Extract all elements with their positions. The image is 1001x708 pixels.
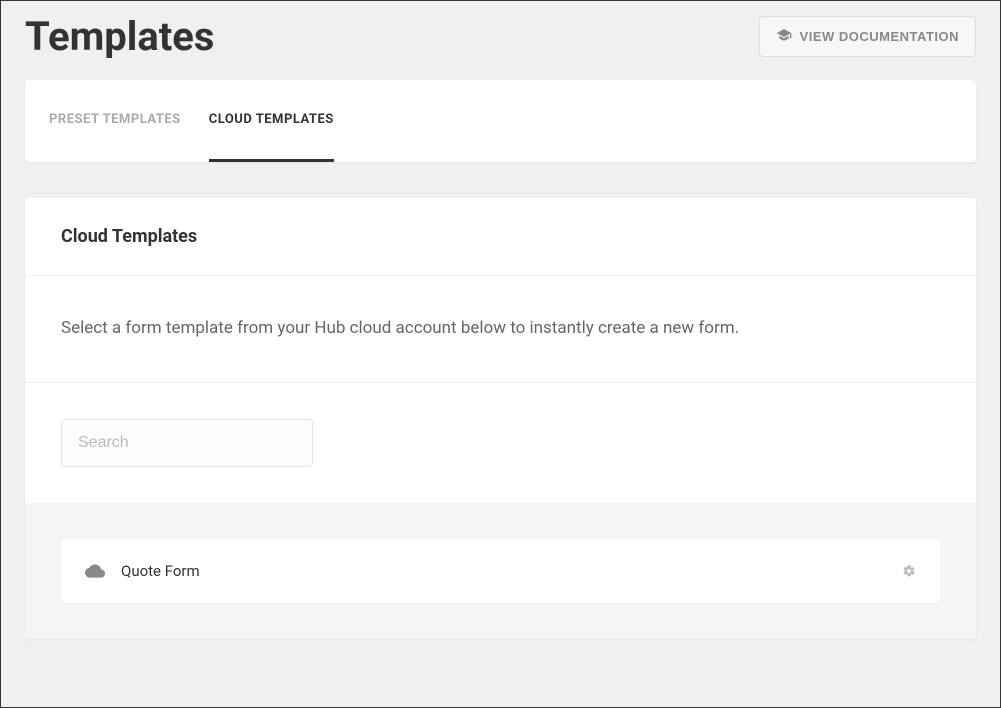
- cloud-icon: [85, 561, 105, 581]
- section-title: Cloud Templates: [61, 226, 940, 247]
- tab-cloud-templates[interactable]: CLOUD TEMPLATES: [209, 80, 334, 162]
- tab-preset-templates[interactable]: PRESET TEMPLATES: [49, 80, 181, 162]
- template-name: Quote Form: [121, 562, 200, 580]
- tabs-container: PRESET TEMPLATES CLOUD TEMPLATES: [25, 80, 976, 162]
- graduation-cap-icon: [776, 27, 792, 46]
- gear-icon[interactable]: [902, 564, 916, 578]
- doc-button-label: VIEW DOCUMENTATION: [800, 29, 959, 44]
- list-item[interactable]: Quote Form: [61, 539, 940, 603]
- section-description: Select a form template from your Hub clo…: [25, 276, 976, 383]
- page-title: Templates: [25, 13, 214, 60]
- view-documentation-button[interactable]: VIEW DOCUMENTATION: [759, 16, 976, 57]
- content-card: Cloud Templates Select a form template f…: [25, 198, 976, 639]
- templates-list: Quote Form: [25, 503, 976, 639]
- search-input[interactable]: [61, 419, 313, 467]
